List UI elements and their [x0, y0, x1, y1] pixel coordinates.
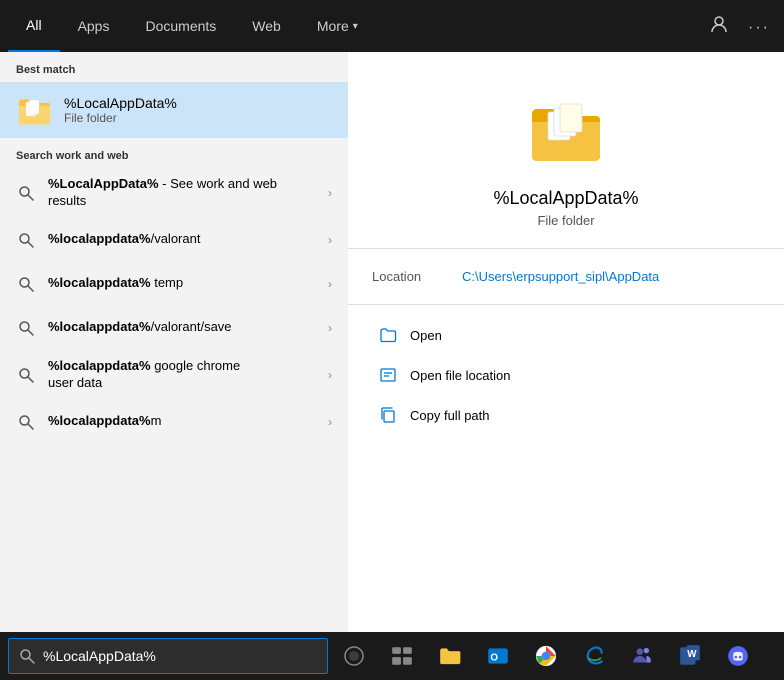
search-icon [16, 230, 36, 250]
best-match-label: Best match [0, 52, 348, 82]
svg-text:W: W [687, 649, 697, 660]
top-nav: All Apps Documents Web More ▾ ··· [0, 0, 784, 52]
word-button[interactable]: W [668, 634, 712, 678]
list-item[interactable]: %localappdata%m › [0, 400, 348, 444]
taskbar-search-box[interactable] [8, 638, 328, 674]
file-explorer-button[interactable] [428, 634, 472, 678]
search-result-text: %localappdata% google chrome user data [48, 358, 316, 392]
search-icon [16, 412, 36, 432]
copy-icon [378, 405, 398, 425]
copy-path-action[interactable]: Copy full path [372, 397, 760, 433]
main-content: Best match %LocalAppData% File folder Se… [0, 52, 784, 632]
left-panel: Best match %LocalAppData% File folder Se… [0, 52, 348, 632]
location-value[interactable]: C:\Users\erpsupport_sipl\AppData [462, 269, 659, 284]
task-view-button[interactable] [380, 634, 424, 678]
list-item[interactable]: %localappdata%/valorant/save › [0, 306, 348, 350]
svg-text:O: O [490, 652, 498, 663]
open-label: Open [410, 328, 442, 343]
nav-icons: ··· [704, 9, 776, 44]
right-panel-header: %LocalAppData% File folder [348, 52, 784, 249]
best-match-name: %LocalAppData% [64, 95, 332, 111]
discord-button[interactable] [716, 634, 760, 678]
item-subtitle: File folder [537, 213, 594, 228]
list-item[interactable]: %localappdata% google chrome user data › [0, 350, 348, 400]
list-item[interactable]: %LocalAppData% - See work and web result… [0, 168, 348, 218]
best-match-item[interactable]: %LocalAppData% File folder [0, 82, 348, 138]
outlook-button[interactable]: O [476, 634, 520, 678]
teams-button[interactable] [620, 634, 664, 678]
open-action[interactable]: Open [372, 317, 760, 353]
tab-documents[interactable]: Documents [127, 0, 234, 52]
tab-all[interactable]: All [8, 0, 60, 52]
list-item[interactable]: %localappdata%/valorant › [0, 218, 348, 262]
right-panel-actions: Open Open file location [348, 305, 784, 445]
tab-more[interactable]: More ▾ [299, 0, 376, 52]
search-icon [16, 274, 36, 294]
taskbar: O W [0, 632, 784, 680]
search-work-web-label: Search work and web [0, 138, 348, 168]
folder-location-icon [378, 365, 398, 385]
copy-path-label: Copy full path [410, 408, 490, 423]
chevron-right-icon: › [328, 186, 332, 200]
search-result-text: %localappdata% temp [48, 275, 316, 292]
best-match-text: %LocalAppData% File folder [64, 95, 332, 125]
search-result-text: %localappdata%m [48, 413, 316, 430]
list-item[interactable]: %localappdata% temp › [0, 262, 348, 306]
search-result-text: %localappdata%/valorant/save [48, 319, 316, 336]
location-label: Location [372, 269, 442, 284]
detail-row-location: Location C:\Users\erpsupport_sipl\AppDat… [372, 265, 760, 288]
chevron-right-icon: › [328, 321, 332, 335]
best-match-type: File folder [64, 111, 332, 125]
nav-tabs: All Apps Documents Web More ▾ [8, 0, 376, 52]
right-panel-details: Location C:\Users\erpsupport_sipl\AppDat… [348, 249, 784, 305]
more-options-button[interactable]: ··· [742, 10, 776, 43]
chevron-down-icon: ▾ [353, 21, 358, 32]
folder-open-icon [378, 325, 398, 345]
cortana-button[interactable] [332, 634, 376, 678]
item-title: %LocalAppData% [493, 188, 638, 209]
search-icon [16, 318, 36, 338]
tab-apps[interactable]: Apps [60, 0, 128, 52]
chevron-right-icon: › [328, 233, 332, 247]
right-panel: %LocalAppData% File folder Location C:\U… [348, 52, 784, 632]
folder-icon-large [526, 92, 606, 172]
open-location-label: Open file location [410, 368, 510, 383]
chrome-button[interactable] [524, 634, 568, 678]
tab-web[interactable]: Web [234, 0, 299, 52]
search-icon [16, 183, 36, 203]
search-result-text: %LocalAppData% - See work and web result… [48, 176, 316, 210]
taskbar-search-input[interactable] [43, 648, 317, 664]
edge-button[interactable] [572, 634, 616, 678]
taskbar-search-icon [19, 648, 35, 664]
person-icon-button[interactable] [704, 9, 734, 44]
chevron-right-icon: › [328, 415, 332, 429]
search-result-text: %localappdata%/valorant [48, 231, 316, 248]
open-location-action[interactable]: Open file location [372, 357, 760, 393]
search-icon [16, 365, 36, 385]
chevron-right-icon: › [328, 277, 332, 291]
folder-icon [16, 92, 52, 128]
chevron-right-icon: › [328, 368, 332, 382]
